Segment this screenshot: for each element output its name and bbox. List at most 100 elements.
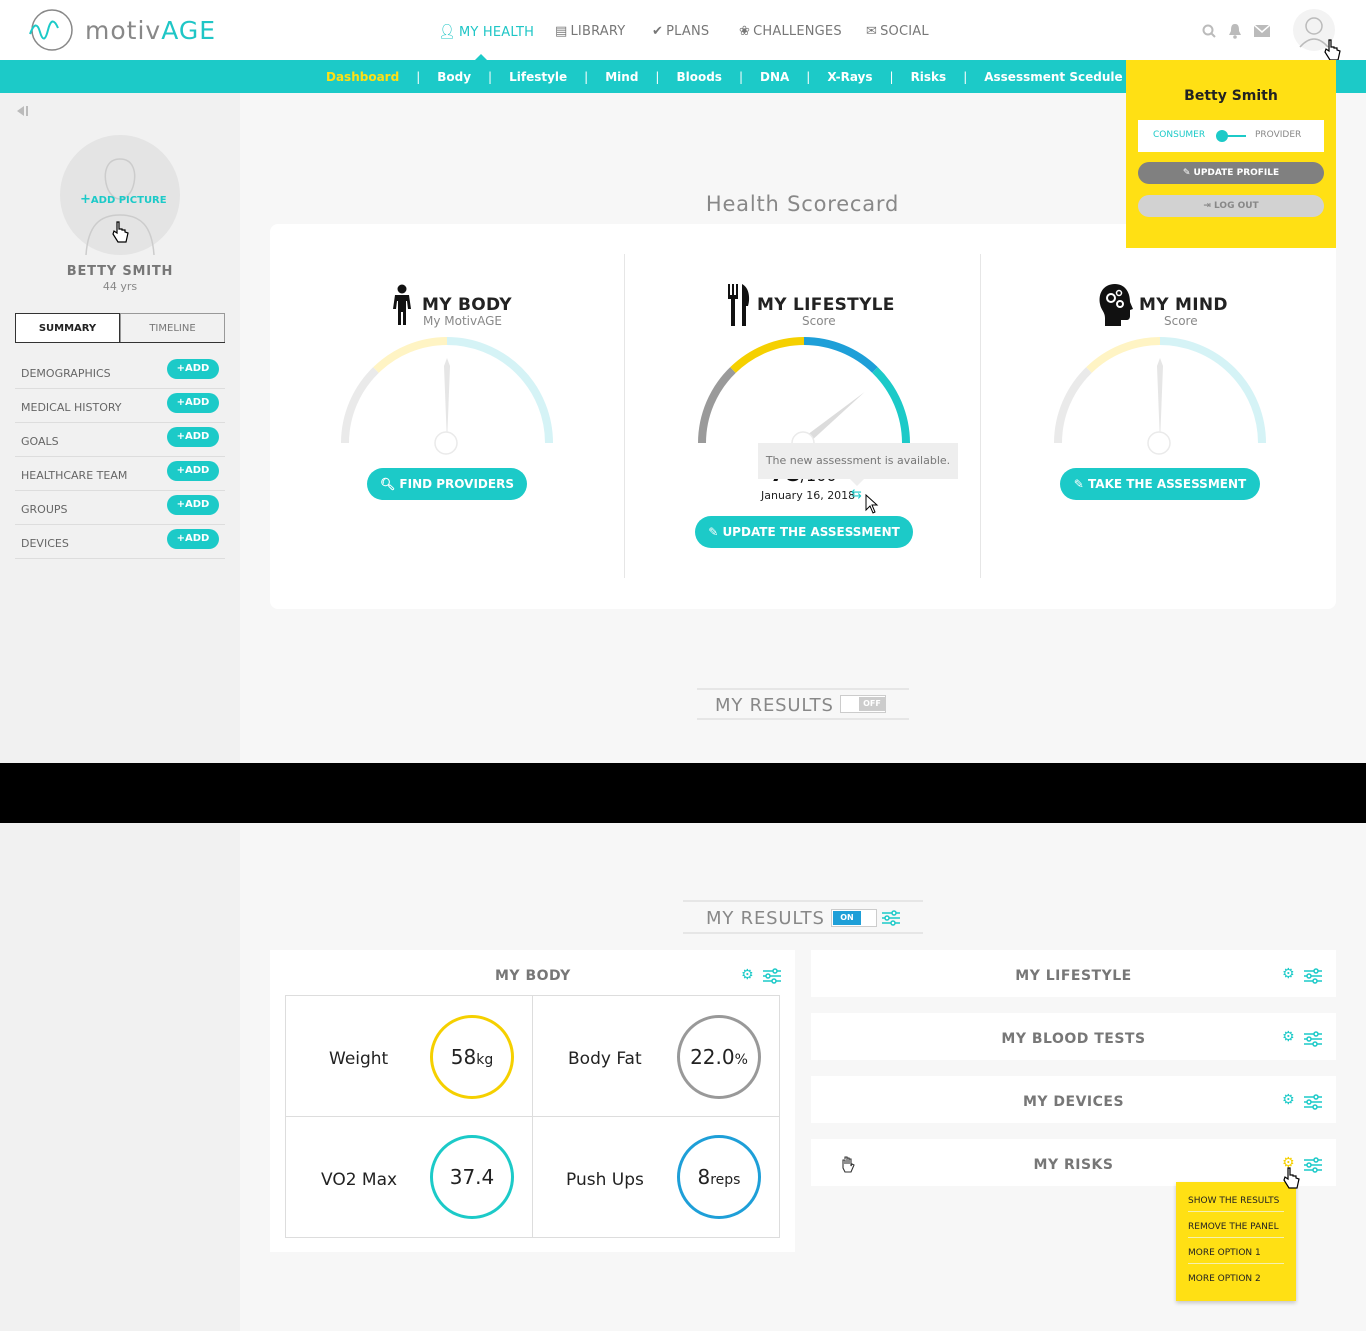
mind-gauge xyxy=(1054,337,1266,455)
filter-sliders-icon[interactable] xyxy=(1304,1031,1322,1047)
compare-arrows-icon[interactable]: ⇆ xyxy=(851,487,862,502)
scorecard-title: Health Scorecard xyxy=(705,192,900,216)
nav-library[interactable]: ▤ LIBRARY xyxy=(555,24,625,39)
nav-challenges[interactable]: ❀ CHALLENGES xyxy=(739,24,842,39)
my-body-subtitle: My MotivAGE xyxy=(423,314,502,328)
toggle-off-label: OFF xyxy=(859,697,885,711)
pencil-icon: ✎ xyxy=(1073,477,1084,491)
mail-icon[interactable] xyxy=(1254,25,1270,37)
role-provider-label: PROVIDER xyxy=(1255,130,1302,140)
collapse-sidebar-icon[interactable] xyxy=(15,105,29,117)
panel-title: MY LIFESTYLE xyxy=(1015,968,1132,984)
results-toggle-on[interactable]: ON xyxy=(831,909,877,927)
nav-my-health[interactable]: 👤︎ MY HEALTH xyxy=(438,24,534,40)
sidebar-row-devices: DEVICES +ADD xyxy=(15,525,225,559)
subnav-dashboard[interactable]: Dashboard xyxy=(326,70,399,84)
filter-sliders-icon[interactable] xyxy=(763,968,781,984)
role-consumer-label: CONSUMER xyxy=(1153,130,1206,140)
pencil-icon: ✎ xyxy=(1182,168,1191,178)
nav-plans[interactable]: ✔ PLANS xyxy=(652,24,709,39)
arrow-cursor-icon xyxy=(865,494,879,514)
search-icon[interactable] xyxy=(1202,24,1216,38)
filter-sliders-icon[interactable] xyxy=(882,910,900,926)
subnav-mind[interactable]: Mind xyxy=(605,70,638,84)
bell-icon[interactable] xyxy=(1228,23,1242,39)
toggle-on-label: ON xyxy=(833,911,861,925)
gear-icon[interactable]: ⚙ xyxy=(741,967,754,983)
add-groups-button[interactable]: +ADD xyxy=(167,495,219,515)
sidebar-row-goals: GOALS +ADD xyxy=(15,423,225,457)
find-providers-button[interactable]: 🔍︎ FIND PROVIDERS xyxy=(367,468,527,500)
subnav-risks[interactable]: Risks xyxy=(911,70,947,84)
profile-age: 44 yrs xyxy=(102,280,138,293)
menu-remove-panel[interactable]: REMOVE THE PANEL xyxy=(1188,1222,1284,1238)
sidebar-row-healthcare-team: HEALTHCARE TEAM +ADD xyxy=(15,457,225,491)
add-picture-link[interactable]: +ADD PICTURE xyxy=(80,192,167,207)
top-bar: motivAGE 👤︎ MY HEALTH ▤ LIBRARY ✔ PLANS ❀ CH… xyxy=(0,0,1366,61)
sidebar-row-demographics: DEMOGRAPHICS +ADD xyxy=(15,355,225,389)
subnav-lifestyle[interactable]: Lifestyle xyxy=(509,70,567,84)
menu-more-option-2[interactable]: MORE OPTION 2 xyxy=(1188,1274,1284,1289)
take-assessment-button[interactable]: ✎ TAKE THE ASSESSMENT xyxy=(1060,468,1260,500)
add-healthcare-team-button[interactable]: +ADD xyxy=(167,461,219,481)
my-lifestyle-panel: MY LIFESTYLE ⚙ xyxy=(811,950,1336,997)
filter-sliders-icon[interactable] xyxy=(1304,1094,1322,1110)
add-goals-button[interactable]: +ADD xyxy=(167,427,219,447)
check-circle-icon: ✔ xyxy=(652,24,664,39)
filter-sliders-icon[interactable] xyxy=(1304,968,1322,984)
tab-timeline[interactable]: TIMELINE xyxy=(120,313,225,343)
add-devices-button[interactable]: +ADD xyxy=(167,529,219,549)
brand-logo-text[interactable]: motivAGE xyxy=(85,16,216,45)
sidebar-lower xyxy=(0,823,240,1331)
motivage-logo-icon[interactable] xyxy=(28,8,78,52)
profile-name: BETTY SMITH xyxy=(66,264,174,279)
subnav-bloods[interactable]: Bloods xyxy=(676,70,721,84)
add-medical-history-button[interactable]: +ADD xyxy=(167,393,219,413)
tooltip-caret xyxy=(850,479,864,486)
nav-social[interactable]: ✉ SOCIAL xyxy=(866,24,929,39)
my-mind-subtitle: Score xyxy=(1164,314,1198,328)
metric-weight-ring: 58kg xyxy=(430,1015,514,1099)
subnav-xrays[interactable]: X-Rays xyxy=(827,70,872,84)
my-mind-title: MY MIND xyxy=(1139,295,1228,315)
sidebar-row-medical-history: MEDICAL HISTORY +ADD xyxy=(15,389,225,423)
role-switch[interactable]: CONSUMER PROVIDER xyxy=(1138,120,1324,152)
menu-show-results[interactable]: SHOW THE RESULTS xyxy=(1188,1196,1284,1212)
add-demographics-button[interactable]: +ADD xyxy=(167,359,219,379)
subnav-body[interactable]: Body xyxy=(437,70,471,84)
metric-push-ups-ring: 8reps xyxy=(677,1135,761,1219)
gear-icon[interactable]: ⚙ xyxy=(1282,1092,1295,1108)
gear-icon[interactable]: ⚙ xyxy=(1282,966,1295,982)
role-switch-knob[interactable] xyxy=(1216,130,1228,142)
panel-title: MY BLOOD TESTS xyxy=(1001,1031,1146,1047)
log-out-button[interactable]: ⇥ LOG OUT xyxy=(1138,195,1324,217)
metric-body-fat-ring: 22.0% xyxy=(677,1015,761,1099)
grid-divider xyxy=(286,1116,779,1117)
body-figure-icon xyxy=(393,284,411,325)
head-gears-icon xyxy=(1099,284,1133,326)
assessment-tooltip: The new assessment is available. xyxy=(758,443,958,479)
sidebar-row-groups: GROUPS +ADD xyxy=(15,491,225,525)
fork-knife-icon xyxy=(728,284,750,326)
subnav-assessment-schedule[interactable]: Assessment Scedule xyxy=(984,70,1122,84)
update-profile-button[interactable]: ✎ UPDATE PROFILE xyxy=(1138,162,1324,184)
my-risks-panel: MY RISKS ⚙ xyxy=(811,1139,1336,1186)
menu-more-option-1[interactable]: MORE OPTION 1 xyxy=(1188,1248,1284,1264)
my-lifestyle-subtitle: Score xyxy=(802,314,836,328)
metric-body-fat-label: Body Fat xyxy=(568,1049,642,1069)
hand-cursor-icon xyxy=(1283,1167,1300,1189)
filter-sliders-icon[interactable] xyxy=(1304,1157,1322,1173)
panel-context-menu: SHOW THE RESULTS REMOVE THE PANEL MORE O… xyxy=(1176,1182,1296,1301)
gear-icon[interactable]: ⚙ xyxy=(1282,1029,1295,1045)
column-divider xyxy=(980,254,981,578)
update-assessment-button[interactable]: ✎ UPDATE THE ASSESSMENT xyxy=(695,516,913,548)
award-icon: ❀ xyxy=(739,24,751,39)
body-gauge xyxy=(341,337,553,455)
tab-summary[interactable]: SUMMARY xyxy=(15,313,120,343)
subnav-dna[interactable]: DNA xyxy=(760,70,789,84)
lifestyle-gauge xyxy=(698,337,910,455)
assessment-date: January 16, 2018 xyxy=(761,489,856,502)
panel-title: MY RISKS xyxy=(1033,1157,1114,1173)
results-toggle-off[interactable]: OFF xyxy=(840,695,886,713)
my-lifestyle-title: MY LIFESTYLE xyxy=(757,295,895,315)
